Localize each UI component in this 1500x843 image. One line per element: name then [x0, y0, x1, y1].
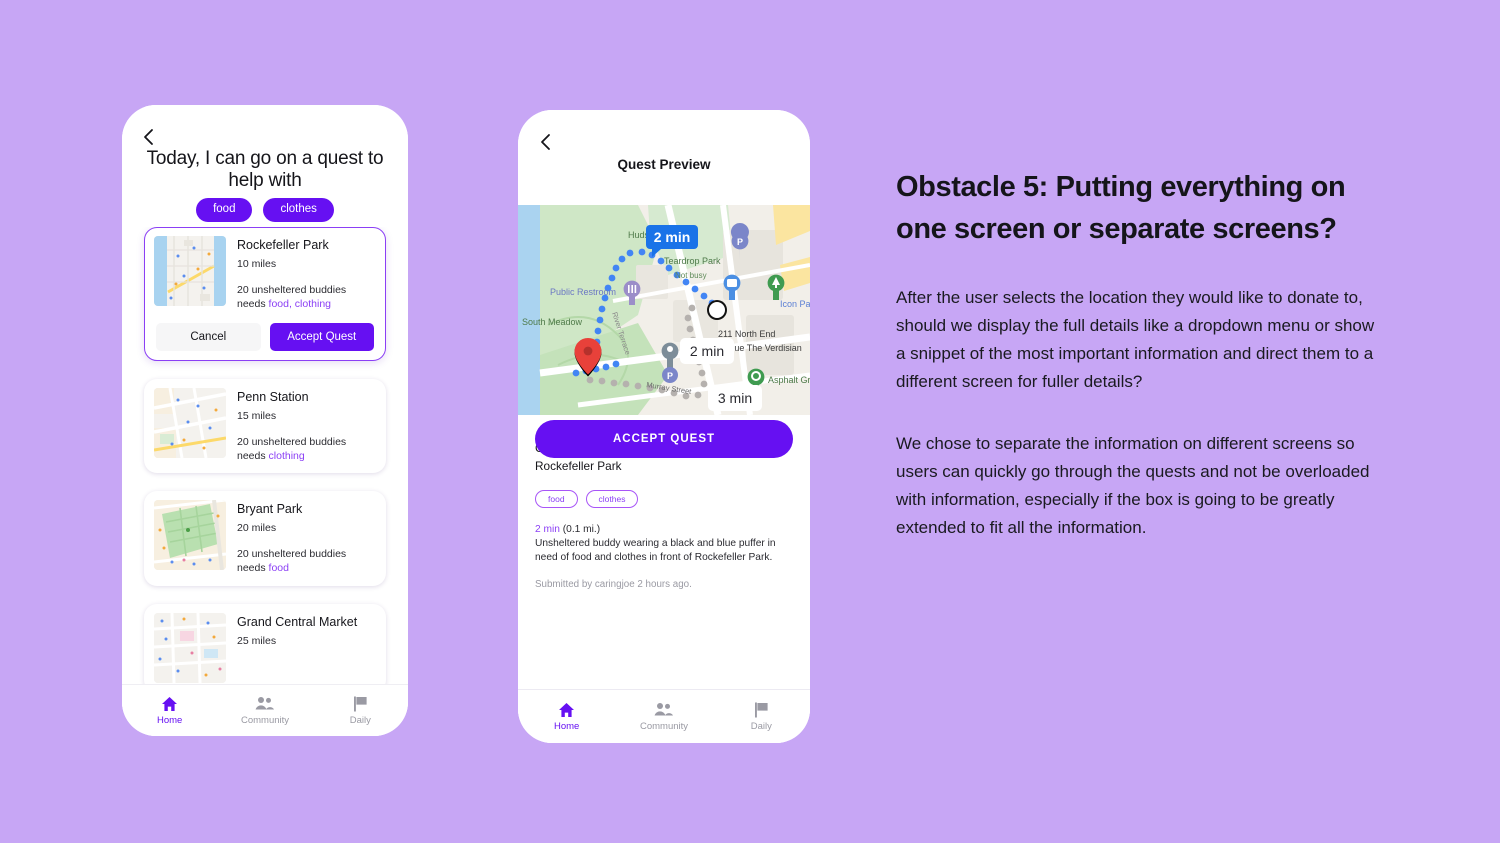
notes-heading: Obstacle 5: Putting everything on one sc…	[896, 171, 1346, 246]
map-thumbnail-streets	[154, 387, 226, 458]
quest-needs-value: food, clothing	[268, 297, 331, 310]
nav-label: Community	[639, 720, 689, 732]
quest-needs: 20 unsheltered buddies needs clothing	[237, 436, 376, 464]
filter-pill-clothes[interactable]: clothes	[263, 198, 334, 222]
bottom-navigation: Home Community Daily	[518, 689, 810, 743]
map-thumbnail-waterfront	[154, 236, 226, 306]
nav-label: Community	[240, 714, 290, 726]
quest-distance: 15 miles	[237, 409, 277, 422]
svg-text:P: P	[667, 371, 673, 381]
flag-icon	[353, 696, 368, 712]
accept-quest-button[interactable]: ACCEPT QUEST	[535, 420, 793, 458]
nav-label: Daily	[349, 714, 371, 726]
quest-description: Unsheltered buddy wearing a black and bl…	[535, 538, 776, 564]
tag-clothes[interactable]: clothes	[585, 489, 639, 509]
people-icon	[654, 702, 674, 718]
notes-column: Obstacle 5: Putting everything on one sc…	[896, 166, 1376, 542]
svg-text:Asphalt Green: Asphalt Green	[768, 375, 810, 385]
quest-name: Bryant Park	[237, 502, 303, 517]
quest-needs-value: food	[268, 562, 289, 575]
home-icon	[161, 696, 178, 712]
svg-text:2 min: 2 min	[654, 229, 691, 245]
quest-distance: 20 miles	[237, 522, 277, 535]
phone-mockup-quest-preview: Quest Preview P P Hudson Teardrop Park N…	[518, 110, 810, 743]
cancel-button[interactable]: Cancel	[156, 322, 261, 351]
filter-pill-food[interactable]: food	[196, 198, 253, 222]
nav-item-community[interactable]: Community	[615, 690, 712, 743]
svg-text:Public Restroom: Public Restroom	[550, 287, 616, 297]
page-title: Today, I can go on a quest to help with	[146, 148, 384, 192]
page-title: Quest Preview	[617, 157, 711, 172]
svg-text:Icon Parking: Icon Parking	[780, 299, 810, 309]
bottom-navigation: Home Community Daily	[122, 684, 408, 736]
quest-card-grand-central-market[interactable]: Grand Central Market 25 miles	[144, 604, 386, 689]
nav-item-home[interactable]: Home	[122, 685, 217, 736]
chevron-left-icon[interactable]	[536, 132, 556, 152]
notes-paragraph-1: After the user selects the location they…	[896, 288, 1375, 392]
quest-tag-group: food clothes	[535, 489, 793, 509]
quest-needs: 20 unsheltered buddies needs food, cloth…	[237, 284, 376, 312]
quest-needs-prefix: 20 unsheltered buddies needs	[237, 548, 347, 575]
eta-badge-secondary-1: 2 min	[680, 338, 734, 364]
quest-card-rockefeller-park[interactable]: Rockefeller Park 10 miles 20 unsheltered…	[144, 227, 386, 361]
screen-quest-preview: Quest Preview P P Hudson Teardrop Park N…	[518, 110, 810, 743]
svg-text:South Meadow: South Meadow	[522, 317, 583, 327]
quest-name: Rockefeller Park	[237, 238, 329, 252]
svg-text:2 min: 2 min	[690, 343, 724, 359]
quest-card-actions: Cancel Accept Quest	[154, 322, 376, 351]
notes-paragraph-2: We chose to separate the information on …	[896, 434, 1370, 538]
svg-text:Teardrop Park: Teardrop Park	[664, 256, 721, 266]
nav-label: Home	[553, 720, 580, 732]
screen-quest-list: Today, I can go on a quest to help with …	[122, 105, 408, 736]
nav-item-home[interactable]: Home	[518, 690, 615, 743]
quest-eta-distance: (0.1 mi.)	[562, 524, 601, 536]
svg-text:211 North End: 211 North End	[718, 329, 775, 339]
quest-distance: 10 miles	[237, 258, 277, 270]
quest-name: Grand Central Market	[237, 615, 358, 630]
people-icon	[255, 696, 275, 712]
quest-card-bryant-park[interactable]: Bryant Park 20 miles 20 unsheltered budd…	[144, 491, 386, 587]
route-map[interactable]: P P Hudson Teardrop Park Not busy Public…	[518, 205, 810, 415]
map-thumbnail-park	[154, 500, 226, 571]
quest-submitted-by: Submitted by caringjoe 2 hours ago.	[535, 579, 692, 591]
quest-eta: 2 min	[535, 524, 560, 536]
svg-text:P: P	[737, 237, 743, 247]
quest-description-block: 2 min (0.1 mi.) Unsheltered buddy wearin…	[535, 523, 793, 565]
nav-item-community[interactable]: Community	[217, 685, 312, 736]
map-thumbnail-dense	[154, 613, 226, 684]
svg-text:Not busy: Not busy	[675, 271, 707, 280]
svg-text:3 min: 3 min	[718, 390, 752, 406]
quest-list[interactable]: Rockefeller Park 10 miles 20 unsheltered…	[122, 227, 408, 689]
quest-needs: 20 unsheltered buddies needs food	[237, 548, 376, 576]
quest-distance: 25 miles	[237, 635, 277, 648]
quest-name: Penn Station	[237, 389, 309, 404]
home-icon	[558, 702, 575, 718]
quest-card-penn-station[interactable]: Penn Station 15 miles 20 unsheltered bud…	[144, 378, 386, 474]
slide-canvas: Today, I can go on a quest to help with …	[0, 0, 1500, 843]
nav-item-daily[interactable]: Daily	[313, 685, 408, 736]
nav-label: Daily	[750, 720, 772, 732]
chevron-left-icon[interactable]	[139, 127, 159, 147]
eta-badge-secondary-2: 3 min	[708, 385, 762, 411]
flag-icon	[754, 702, 769, 718]
accept-quest-button[interactable]: Accept Quest	[269, 322, 374, 351]
phone-mockup-quest-list: Today, I can go on a quest to help with …	[122, 105, 408, 736]
nav-label: Home	[156, 714, 183, 726]
nav-item-daily[interactable]: Daily	[713, 690, 810, 743]
filter-pill-group: food clothes	[122, 198, 408, 222]
tag-food[interactable]: food	[535, 489, 578, 509]
quest-needs-value: clothing	[268, 449, 305, 462]
